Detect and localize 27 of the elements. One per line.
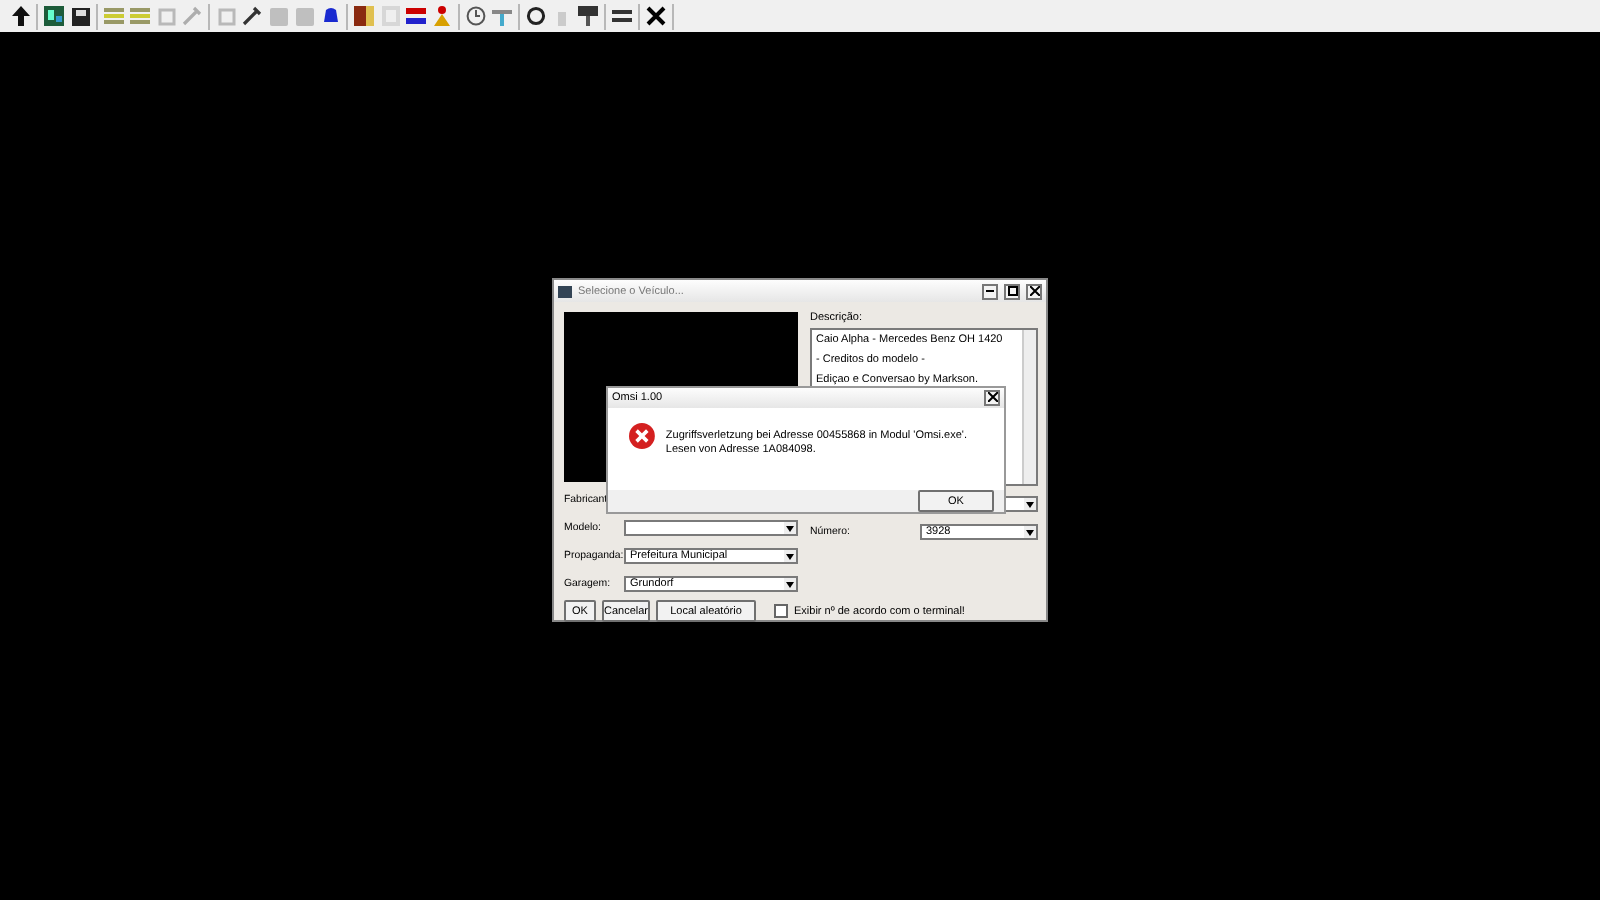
bell-icon[interactable] <box>318 4 342 28</box>
maximize-button[interactable] <box>1004 283 1020 299</box>
dropdown-arrow-icon <box>1026 529 1034 535</box>
map-icon[interactable] <box>42 4 66 28</box>
list-icon[interactable] <box>610 4 634 28</box>
dropdown-arrow-icon <box>786 553 794 559</box>
book-icon[interactable] <box>352 4 376 28</box>
up-arrow-icon[interactable] <box>8 4 32 28</box>
scrollbar[interactable] <box>1022 330 1036 484</box>
ring-icon[interactable] <box>524 4 548 28</box>
close-button[interactable] <box>984 389 1000 406</box>
dropdown-arrow-icon <box>786 525 794 531</box>
person-icon[interactable] <box>430 4 454 28</box>
wrench-icon[interactable] <box>240 4 264 28</box>
close-icon[interactable] <box>644 4 668 28</box>
close-button[interactable] <box>1026 283 1042 299</box>
minimize-button[interactable] <box>982 283 998 299</box>
sign-icon[interactable] <box>576 4 600 28</box>
save-icon[interactable] <box>68 4 92 28</box>
maximize-icon <box>1007 286 1017 296</box>
dropdown-arrow-icon <box>1026 501 1034 507</box>
minimize-icon <box>986 290 994 292</box>
error-icon <box>628 421 656 450</box>
checkbox[interactable] <box>774 604 788 618</box>
clock-icon[interactable] <box>464 4 488 28</box>
model-dropdown[interactable] <box>624 520 798 536</box>
dropdown-arrow-icon <box>786 581 794 587</box>
